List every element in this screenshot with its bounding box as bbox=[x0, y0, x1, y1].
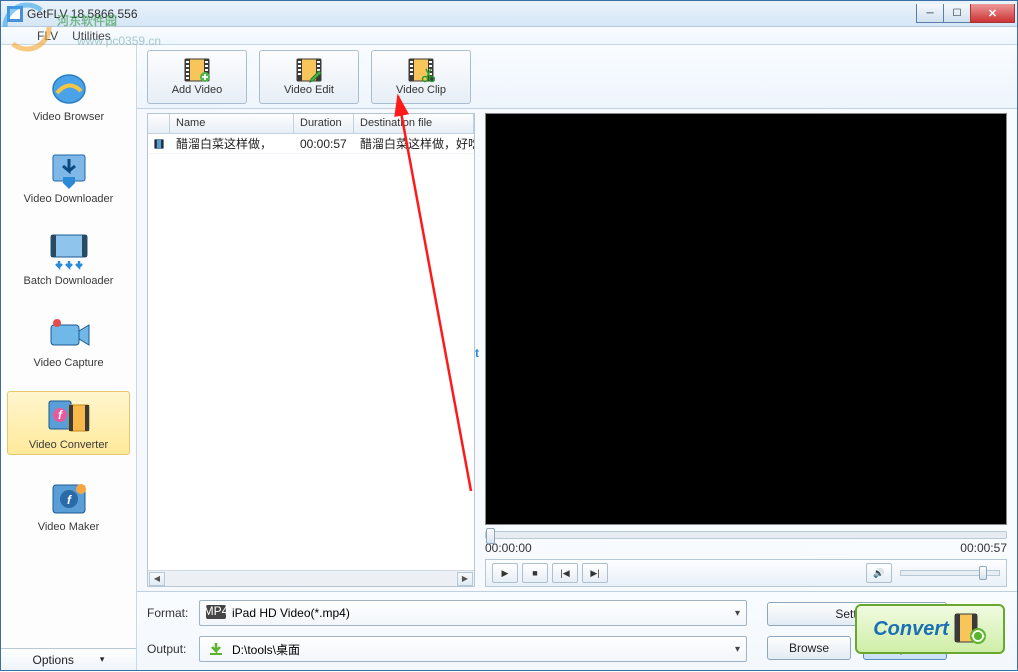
table-row[interactable]: 醋溜白菜这样做， 00:00:57 醋溜白菜这样做，好吃 bbox=[148, 134, 474, 154]
sidebar-item-label: Video Browser bbox=[33, 111, 104, 123]
seek-thumb[interactable] bbox=[486, 528, 495, 544]
list-rows: 醋溜白菜这样做， 00:00:57 醋溜白菜这样做，好吃 bbox=[148, 134, 474, 570]
batch-download-icon bbox=[45, 233, 93, 273]
menu-utilities[interactable]: Utilities bbox=[72, 29, 111, 43]
sidebar-item-label: Batch Downloader bbox=[24, 275, 114, 287]
minimize-button[interactable]: ─ bbox=[916, 4, 944, 23]
splitter-marker: t bbox=[475, 346, 479, 360]
titlebar: GetFLV 18.5866.556 ─ ☐ ✕ bbox=[1, 1, 1017, 27]
menubar: FLV Utilities bbox=[1, 27, 1017, 45]
sidebar-item-video-maker[interactable]: f Video Maker bbox=[1, 473, 136, 537]
sidebar: Video Browser Video Downloader Batch Dow… bbox=[1, 45, 137, 670]
download-icon bbox=[45, 151, 93, 191]
player-controls: ▶ ■ |◀ ▶| 🔊 bbox=[485, 559, 1007, 587]
output-combo[interactable]: D:\tools\桌面 bbox=[199, 636, 747, 662]
cell-duration: 00:00:57 bbox=[294, 137, 354, 151]
bottom-bar: Format: MP4 iPad HD Video(*.mp4) Output:… bbox=[137, 591, 1017, 670]
main-area: Add Video Video Edit Video Clip Name Dur… bbox=[137, 45, 1017, 670]
options-button[interactable]: Options bbox=[1, 648, 136, 670]
sidebar-item-label: Video Converter bbox=[29, 439, 108, 451]
sidebar-item-label: Video Capture bbox=[33, 357, 103, 369]
tool-label: Add Video bbox=[172, 84, 223, 96]
download-arrow-icon bbox=[206, 641, 226, 657]
list-header: Name Duration Destination file bbox=[148, 114, 474, 134]
mute-button[interactable]: 🔊 bbox=[866, 563, 892, 583]
sidebar-item-batch-downloader[interactable]: Batch Downloader bbox=[1, 227, 136, 291]
app-icon bbox=[7, 6, 23, 22]
file-icon bbox=[154, 137, 164, 151]
sidebar-item-video-browser[interactable]: Video Browser bbox=[1, 63, 136, 127]
seek-slider[interactable] bbox=[485, 531, 1007, 539]
sidebar-item-label: Video Downloader bbox=[24, 193, 114, 205]
file-list: Name Duration Destination file 醋溜白菜这样做， … bbox=[147, 113, 475, 587]
volume-thumb[interactable] bbox=[979, 566, 987, 580]
col-name[interactable]: Name bbox=[170, 114, 294, 133]
add-video-button[interactable]: Add Video bbox=[147, 50, 247, 104]
film-clip-icon bbox=[407, 57, 435, 83]
scroll-left-icon[interactable]: ◀ bbox=[149, 572, 165, 586]
window-title: GetFLV 18.5866.556 bbox=[27, 7, 917, 21]
window-buttons: ─ ☐ ✕ bbox=[917, 4, 1015, 23]
prev-button[interactable]: |◀ bbox=[552, 563, 578, 583]
close-button[interactable]: ✕ bbox=[970, 4, 1015, 23]
cell-destination: 醋溜白菜这样做，好吃 bbox=[354, 135, 474, 152]
tool-label: Video Clip bbox=[396, 84, 446, 96]
col-duration[interactable]: Duration bbox=[294, 114, 354, 133]
stop-button[interactable]: ■ bbox=[522, 563, 548, 583]
film-edit-icon bbox=[295, 57, 323, 83]
video-preview[interactable] bbox=[485, 113, 1007, 525]
camera-icon bbox=[45, 315, 93, 355]
format-value: iPad HD Video(*.mp4) bbox=[232, 606, 350, 620]
film-plus-icon bbox=[183, 57, 211, 83]
output-value: D:\tools\桌面 bbox=[232, 641, 300, 658]
sidebar-item-label: Video Maker bbox=[38, 521, 100, 533]
options-label: Options bbox=[33, 653, 74, 667]
col-icon[interactable] bbox=[148, 114, 170, 133]
volume-slider[interactable] bbox=[900, 570, 1000, 576]
next-button[interactable]: ▶| bbox=[582, 563, 608, 583]
toolbar: Add Video Video Edit Video Clip bbox=[137, 45, 1017, 109]
maximize-button[interactable]: ☐ bbox=[943, 4, 971, 23]
sidebar-item-video-converter[interactable]: f Video Converter bbox=[7, 391, 130, 455]
play-button[interactable]: ▶ bbox=[492, 563, 518, 583]
convert-icon bbox=[953, 612, 987, 646]
format-label: Format: bbox=[147, 606, 199, 620]
convert-label: Convert bbox=[873, 618, 949, 641]
video-clip-button[interactable]: Video Clip bbox=[371, 50, 471, 104]
col-destination[interactable]: Destination file bbox=[354, 114, 474, 133]
preview-panel: 00:00:00 00:00:57 ▶ ■ |◀ ▶| 🔊 bbox=[485, 113, 1007, 587]
mp4-icon: MP4 bbox=[206, 605, 226, 621]
sidebar-item-video-downloader[interactable]: Video Downloader bbox=[1, 145, 136, 209]
tool-label: Video Edit bbox=[284, 84, 334, 96]
svg-text:MP4: MP4 bbox=[206, 605, 226, 618]
converter-icon: f bbox=[45, 397, 93, 437]
browse-button[interactable]: Browse bbox=[767, 636, 851, 660]
sidebar-item-video-capture[interactable]: Video Capture bbox=[1, 309, 136, 373]
video-edit-button[interactable]: Video Edit bbox=[259, 50, 359, 104]
convert-button[interactable]: Convert bbox=[855, 604, 1005, 654]
scroll-right-icon[interactable]: ▶ bbox=[457, 572, 473, 586]
time-total: 00:00:57 bbox=[960, 541, 1007, 555]
globe-icon bbox=[45, 69, 93, 109]
scroll-track[interactable] bbox=[166, 572, 456, 586]
h-scrollbar[interactable]: ◀ ▶ bbox=[148, 570, 474, 586]
menu-flv[interactable]: FLV bbox=[37, 29, 58, 43]
format-combo[interactable]: MP4 iPad HD Video(*.mp4) bbox=[199, 600, 747, 626]
output-label: Output: bbox=[147, 642, 199, 656]
maker-icon: f bbox=[45, 479, 93, 519]
cell-name: 醋溜白菜这样做， bbox=[170, 135, 294, 152]
